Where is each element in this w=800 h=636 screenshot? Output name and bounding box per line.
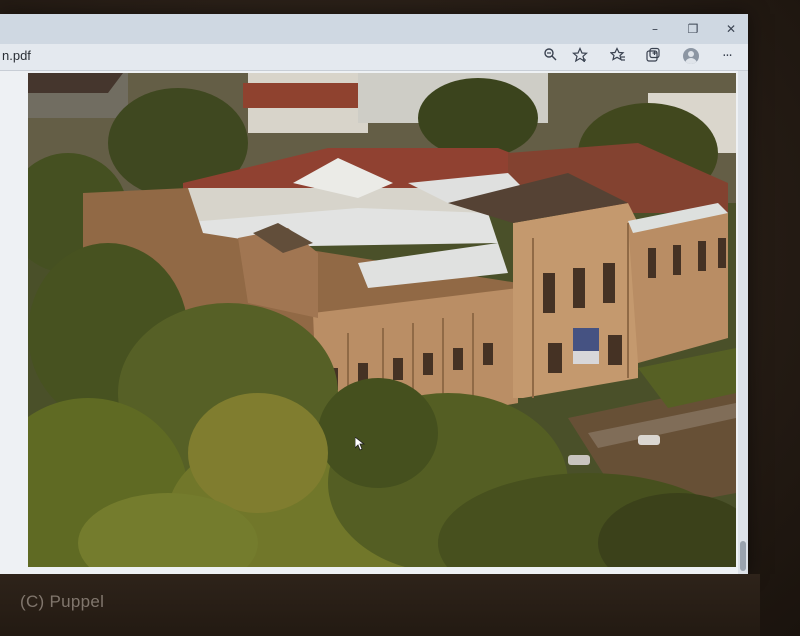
- vertical-scrollbar[interactable]: [738, 71, 748, 574]
- browser-window: – ❐ ✕ n.pdf ···: [0, 14, 748, 574]
- more-icon[interactable]: ···: [717, 47, 737, 67]
- pdf-filename: n.pdf: [2, 48, 31, 63]
- pdf-page-photo: [28, 73, 736, 567]
- profile-avatar[interactable]: [683, 48, 699, 64]
- favorite-add-icon[interactable]: [570, 47, 590, 67]
- favorites-icon[interactable]: [608, 47, 628, 67]
- mouse-cursor-icon: [354, 436, 366, 456]
- title-bar: – ❐ ✕: [0, 14, 748, 44]
- collections-icon[interactable]: [643, 47, 663, 67]
- pdf-viewer: [0, 71, 748, 574]
- wall-below-screen: [0, 574, 760, 636]
- copyright-watermark: (C) Puppel: [20, 592, 105, 611]
- zoom-icon[interactable]: [540, 47, 560, 67]
- browser-toolbar: n.pdf ···: [0, 44, 748, 71]
- scrollbar-thumb[interactable]: [740, 541, 746, 571]
- restore-button[interactable]: ❐: [684, 20, 702, 38]
- close-button[interactable]: ✕: [722, 20, 740, 38]
- minimize-button[interactable]: –: [646, 20, 664, 38]
- aerial-photo-museum-building: [28, 73, 736, 567]
